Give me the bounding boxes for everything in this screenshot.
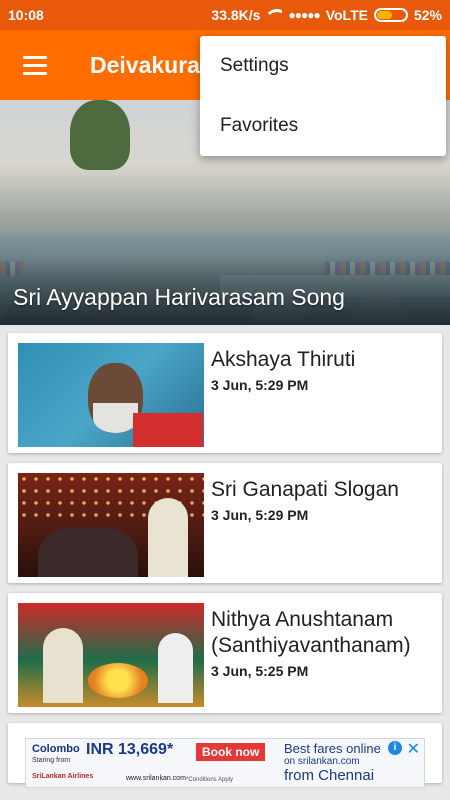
video-title: Akshaya Thiruti [211,348,356,371]
ad-close-icon[interactable]: ✕ [407,739,420,759]
battery-icon [373,8,408,22]
video-title: Sri Ganapati Slogan [211,478,399,501]
ad-best-fares: Best fares online [284,741,381,756]
ad-airline-logo: SriLankan Airlines [32,773,94,780]
ad-on-site: on srilankan.com [284,756,360,767]
ad-conditions: *Conditions Apply [186,777,234,783]
video-title: Nithya Anushtanam (Santhiyavanthanam) [211,608,411,657]
ad-starting-from: Staring from [32,757,71,764]
carrier-label: VoLTE [325,7,368,23]
status-time: 10:08 [8,7,44,23]
video-thumbnail [18,343,204,447]
wifi-icon [266,9,283,21]
ad-banner[interactable]: Colombo Staring from INR 13,669* Book no… [25,738,425,788]
list-item[interactable]: Nithya Anushtanam (Santhiyavanthanam) 3 … [8,593,442,713]
overflow-menu: Settings Favorites [200,36,446,156]
list-item[interactable]: Sri Ganapati Slogan 3 Jun, 5:29 PM [8,463,442,583]
menu-item-favorites[interactable]: Favorites [200,96,446,156]
hamburger-icon[interactable] [0,30,70,100]
video-date: 3 Jun, 5:29 PM [211,507,309,523]
menu-item-settings[interactable]: Settings [200,36,446,96]
battery-percent: 52% [413,7,442,23]
ad-from-city: from Chennai [284,767,375,784]
list-item[interactable]: Akshaya Thiruti 3 Jun, 5:29 PM [8,333,442,453]
ad-city: Colombo [32,743,80,755]
ad-price: INR 13,669* [86,741,174,758]
signal-icon: ●●●●● [288,8,320,22]
network-speed: 33.8K/s [211,7,261,23]
ad-book-now-button[interactable]: Book now [196,743,266,761]
ad-url: www.srilankan.com [126,775,186,782]
ad-info-icon[interactable]: i [388,741,402,755]
featured-title: Sri Ayyappan Harivarasam Song [13,284,345,310]
app-title: Deivakura [90,51,200,78]
status-bar: 10:08 33.8K/s ●●●●● VoLTE 52% [0,0,450,30]
video-thumbnail [18,603,204,707]
video-date: 3 Jun, 5:25 PM [211,663,309,679]
hero-image-tree [70,100,130,170]
video-date: 3 Jun, 5:29 PM [211,377,309,393]
video-thumbnail [18,473,204,577]
status-right-group: 33.8K/s ●●●●● VoLTE 52% [211,7,442,23]
